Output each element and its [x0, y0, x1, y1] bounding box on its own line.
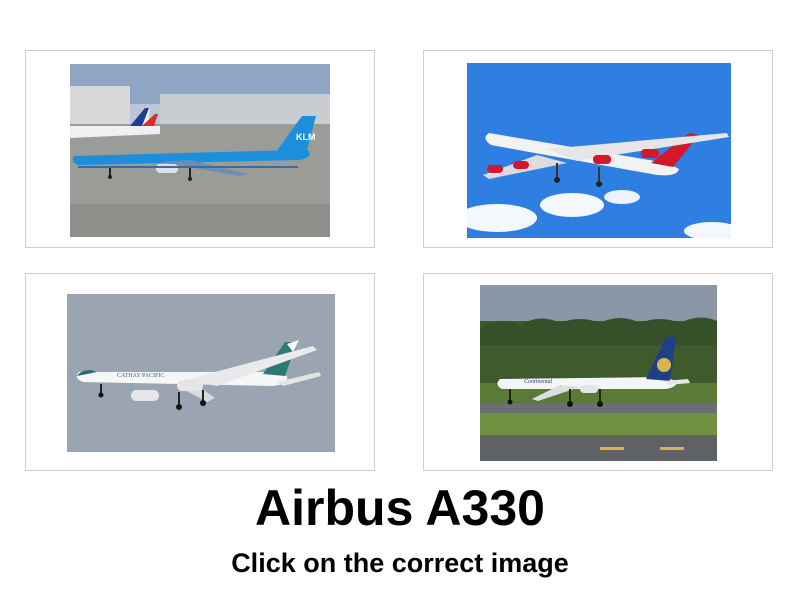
cathay-pacific-airliner-in-flight-photo: CATHAY PACIFIC: [67, 294, 335, 452]
klm-airliner-on-apron-photo: KLM: [70, 64, 330, 237]
continental-airliner-on-runway-photo: Continental: [480, 285, 717, 461]
answer-option-4[interactable]: Continental: [423, 273, 773, 471]
klm-tail-text: KLM: [296, 132, 316, 142]
cathay-fuselage-text: CATHAY PACIFIC: [117, 373, 165, 379]
quiz-instruction: Click on the correct image: [231, 548, 569, 578]
answer-option-1[interactable]: KLM: [25, 50, 375, 248]
answer-option-3[interactable]: CATHAY PACIFIC: [25, 273, 375, 471]
answer-option-2[interactable]: [423, 50, 773, 248]
continental-fuselage-text: Continental: [524, 379, 553, 385]
quiz-title: Airbus A330: [255, 480, 545, 536]
four-engine-airliner-in-flight-photo: [467, 63, 731, 238]
